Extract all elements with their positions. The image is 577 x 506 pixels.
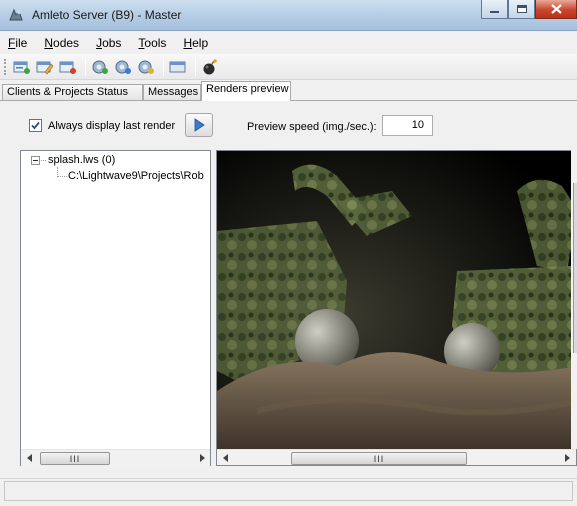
render-bomb-icon bbox=[203, 58, 217, 74]
tree-connector bbox=[57, 176, 67, 177]
scroll-left-button[interactable] bbox=[21, 450, 38, 466]
maximize-icon bbox=[516, 5, 527, 13]
tab-renders-preview[interactable]: Renders preview bbox=[201, 81, 291, 101]
always-display-label: Always display last render bbox=[48, 119, 176, 132]
job-settings-icon bbox=[138, 60, 154, 74]
app-icon bbox=[9, 8, 23, 21]
toolbar-button-render[interactable] bbox=[200, 57, 220, 77]
minimize-icon bbox=[490, 10, 499, 13]
toolbar-separator bbox=[195, 57, 196, 76]
status-bar bbox=[0, 478, 577, 506]
scroll-right-button[interactable] bbox=[193, 450, 210, 466]
minus-icon bbox=[33, 160, 38, 161]
tab-label: Renders preview bbox=[206, 83, 289, 95]
play-preview-button[interactable] bbox=[185, 113, 213, 137]
toolbar-grip[interactable] bbox=[4, 58, 7, 75]
add-node-icon bbox=[13, 61, 30, 74]
scroll-left-button[interactable] bbox=[217, 450, 234, 465]
arrow-left-icon bbox=[222, 454, 228, 462]
edit-node-icon bbox=[36, 61, 54, 74]
close-icon bbox=[550, 4, 562, 14]
tab-strip: Clients & Projects Status Messages Rende… bbox=[0, 80, 577, 101]
render-preview-image: III bbox=[216, 150, 577, 466]
title-bar[interactable]: Amleto Server (B9) - Master bbox=[0, 0, 577, 31]
preview-speed-input[interactable]: 10 bbox=[382, 115, 433, 136]
toolbar-button-edit-node[interactable] bbox=[35, 57, 55, 77]
menu-file[interactable]: File bbox=[8, 36, 27, 50]
tree-connector bbox=[41, 160, 46, 161]
toolbar-button-console[interactable] bbox=[168, 57, 188, 77]
tab-label: Messages bbox=[148, 86, 199, 98]
arrow-right-icon bbox=[199, 454, 205, 462]
window-title: Amleto Server (B9) - Master bbox=[32, 8, 182, 22]
refresh-job-icon bbox=[115, 60, 131, 74]
close-button[interactable] bbox=[535, 0, 577, 19]
checkbox-box[interactable] bbox=[29, 119, 42, 132]
toolbar-button-remove-node[interactable] bbox=[58, 57, 78, 77]
tree-node-path[interactable]: C:\Lightwave9\Projects\Rob bbox=[68, 170, 204, 182]
tree-horizontal-scrollbar[interactable]: III bbox=[21, 449, 210, 466]
status-panel bbox=[4, 481, 573, 501]
menu-jobs[interactable]: Jobs bbox=[96, 36, 121, 50]
scroll-right-button[interactable] bbox=[558, 450, 575, 465]
console-window-icon bbox=[169, 61, 186, 72]
toolbar-button-add-job[interactable] bbox=[90, 57, 110, 77]
project-tree[interactable]: splash.lws (0) C:\Lightwave9\Projects\Ro… bbox=[20, 150, 211, 466]
preview-horizontal-scrollbar[interactable]: III bbox=[217, 449, 576, 465]
add-job-icon bbox=[92, 60, 108, 74]
checkmark-icon bbox=[31, 121, 40, 130]
menu-help[interactable]: Help bbox=[183, 36, 208, 50]
remove-node-icon bbox=[59, 61, 76, 74]
toolbar-separator bbox=[163, 57, 164, 76]
maximize-button[interactable] bbox=[508, 0, 535, 19]
toolbar bbox=[0, 54, 577, 80]
arrow-left-icon bbox=[26, 454, 32, 462]
arrow-right-icon bbox=[564, 454, 570, 462]
minimize-button[interactable] bbox=[481, 0, 508, 19]
toolbar-separator bbox=[85, 57, 86, 76]
vertical-scroll-thumb[interactable] bbox=[573, 183, 577, 353]
scroll-thumb[interactable]: III bbox=[291, 452, 467, 465]
tab-messages[interactable]: Messages bbox=[143, 84, 201, 101]
tab-clients-projects-status[interactable]: Clients & Projects Status bbox=[2, 84, 143, 101]
preview-speed-label: Preview speed (img./sec.): bbox=[247, 121, 377, 133]
tab-label: Clients & Projects Status bbox=[7, 86, 129, 98]
renders-preview-panel: Always display last render Preview speed… bbox=[0, 100, 577, 478]
toolbar-button-add-node[interactable] bbox=[12, 57, 32, 77]
play-icon bbox=[194, 118, 205, 132]
menu-nodes[interactable]: Nodes bbox=[44, 36, 79, 50]
render-image bbox=[217, 151, 576, 450]
tree-node-scene[interactable]: splash.lws (0) bbox=[48, 154, 115, 166]
collapse-toggle[interactable] bbox=[31, 156, 40, 165]
always-display-checkbox[interactable]: Always display last render bbox=[29, 119, 175, 132]
menu-bar: File Nodes Jobs Tools Help bbox=[0, 31, 577, 54]
toolbar-button-refresh-job[interactable] bbox=[113, 57, 133, 77]
scroll-thumb[interactable]: III bbox=[40, 452, 110, 465]
menu-tools[interactable]: Tools bbox=[138, 36, 166, 50]
toolbar-button-job-settings[interactable] bbox=[136, 57, 156, 77]
